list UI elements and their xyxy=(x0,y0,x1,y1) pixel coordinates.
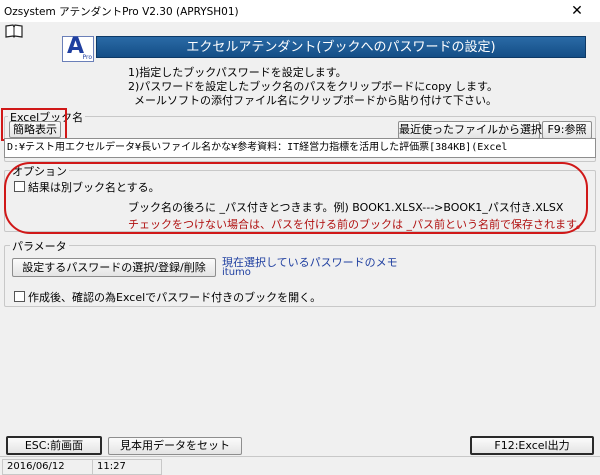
highlight-book-name xyxy=(1,108,67,141)
status-bar: 2016/06/12 11:27 xyxy=(0,456,600,475)
book-icon xyxy=(5,24,23,38)
page-title: エクセルアテンダント(ブックへのパスワードの設定) xyxy=(96,36,586,58)
esc-back-button[interactable]: ESC:前画面 xyxy=(6,436,102,455)
status-time: 11:27 xyxy=(92,459,162,475)
open-after-label: 作成後、確認の為Excelでパスワード付きのブックを開く。 xyxy=(28,291,322,304)
excel-output-button[interactable]: F12:Excel出力 xyxy=(470,436,594,455)
sample-data-button[interactable]: 見本用データをセット xyxy=(108,437,242,455)
status-date: 2016/06/12 xyxy=(2,459,100,475)
highlight-options xyxy=(4,162,588,234)
recent-files-button[interactable]: 最近使ったファイルから選択 xyxy=(398,121,542,139)
title-bar: Ozsystem アテンダントPro V2.30 (APRYSH01) ✕ xyxy=(0,0,600,22)
logo-letter: A xyxy=(67,34,85,59)
browse-button[interactable]: F9:参照 xyxy=(542,121,592,139)
window-title: Ozsystem アテンダントPro V2.30 (APRYSH01) xyxy=(4,6,239,18)
close-icon[interactable]: ✕ xyxy=(562,2,592,20)
app-logo: A Pro xyxy=(62,34,94,62)
instruction-3: メールソフトの添付ファイル名にクリップボードから貼り付けて下さい。 xyxy=(134,94,497,107)
open-after-checkbox[interactable] xyxy=(14,291,25,302)
logo-sub: Pro xyxy=(82,54,92,61)
book-path-field[interactable]: D:¥テスト用エクセルデータ¥長いファイル名かな¥参考資料：IT経営力指標を活用… xyxy=(4,138,596,158)
params-legend: パラメータ xyxy=(10,238,69,254)
select-password-button[interactable]: 設定するパスワードの選択/登録/削除 xyxy=(12,258,216,277)
memo-value: itumo xyxy=(222,267,251,278)
